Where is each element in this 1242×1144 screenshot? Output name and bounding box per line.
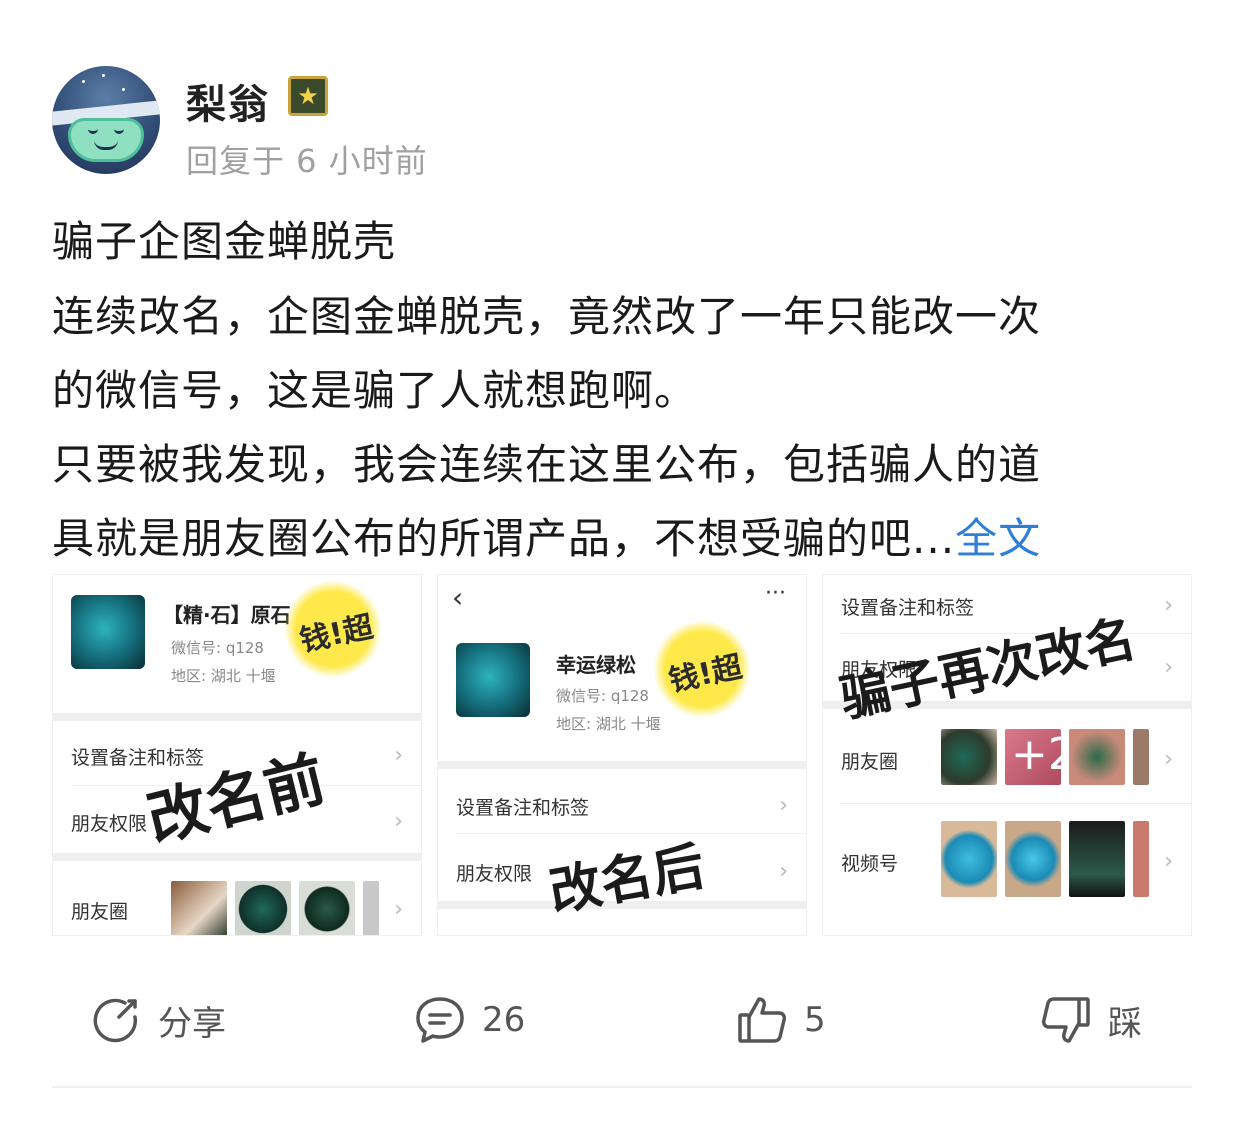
post-body[interactable]: 连续改名，企图金蝉脱壳，竟然改了一年只能改一次 的微信号，这是骗了人就想跑啊。 …: [52, 280, 1192, 576]
chevron-right-icon: ›: [779, 793, 788, 818]
star-badge-icon[interactable]: ★: [288, 76, 328, 116]
channel-photo: [1133, 821, 1149, 897]
like-count: 5: [804, 1000, 826, 1040]
gallery-image-2[interactable]: ‹ ··· 幸运绿松 微信号: q128 地区: 湖北 十堰 钱!超 设置备注和…: [437, 574, 807, 936]
section-separator: [53, 853, 421, 861]
row-label: 朋友圈: [841, 751, 899, 773]
moments-photo: [1069, 729, 1125, 785]
post-line: 具就是朋友圈公布的所谓产品，不想受骗的吧...全文: [52, 502, 1192, 576]
thumbs-up-icon: [734, 992, 790, 1048]
sticker: 钱!超: [654, 621, 750, 717]
chevron-right-icon: ›: [394, 743, 403, 768]
sticker: 钱!超: [285, 581, 381, 677]
contact-name: 【精·石】原石: [163, 603, 291, 627]
row-label: 朋友权限: [71, 813, 148, 835]
post-line: 连续改名，企图金蝉脱壳，竟然改了一年只能改一次: [52, 292, 1042, 341]
row-label: 设置备注和标签: [841, 597, 975, 619]
moments-photo: [941, 729, 997, 785]
sticker-text: 钱!超: [296, 609, 377, 660]
post-title: 骗子企图金蝉脱壳: [52, 217, 397, 266]
region: 地区: 湖北 十堰: [171, 667, 276, 685]
more-menu-icon: ···: [765, 581, 786, 606]
chevron-right-icon: ›: [1164, 655, 1173, 680]
moments-photo: [171, 881, 227, 935]
reply-time: 回复于 6 小时前: [186, 142, 428, 180]
row-label: 朋友圈: [71, 901, 129, 923]
share-label: 分享: [158, 1003, 226, 1044]
share-button[interactable]: 分享: [88, 980, 226, 1060]
dislike-label: 踩: [1108, 1003, 1142, 1044]
row-label: 设置备注和标签: [456, 797, 590, 819]
chevron-right-icon: ›: [1164, 849, 1173, 874]
comment-button[interactable]: 26: [412, 980, 525, 1060]
moments-photo: [363, 881, 379, 935]
moments-photo: [299, 881, 355, 935]
gallery-image-1[interactable]: 【精·石】原石 微信号: q128 地区: 湖北 十堰 钱!超 设置备注和标签 …: [52, 574, 422, 936]
channel-photo: [1005, 821, 1061, 897]
moments-photo: [1133, 729, 1149, 785]
section-separator: [438, 761, 806, 769]
channel-photo: [1069, 821, 1125, 897]
username[interactable]: 梨翁: [186, 72, 270, 130]
bottom-divider: [52, 1086, 1192, 1088]
chevron-right-icon: ›: [779, 859, 788, 884]
wechat-id: 微信号: q128: [171, 639, 264, 657]
back-icon: ‹: [452, 581, 464, 614]
chevron-right-icon: ›: [394, 809, 403, 834]
region: 地区: 湖北 十堰: [556, 715, 661, 733]
action-bar: 分享 26 5 踩: [52, 980, 1192, 1060]
channel-photo: [941, 821, 997, 897]
avatar-star: [102, 74, 105, 77]
chevron-right-icon: ›: [1164, 593, 1173, 618]
share-icon: [88, 992, 144, 1048]
read-more-link[interactable]: 全文: [955, 514, 1041, 563]
sticker-text: 钱!超: [665, 649, 746, 700]
post-header: 梨翁 ★ 回复于 6 小时前: [52, 66, 652, 180]
contact-name: 幸运绿松: [556, 653, 636, 677]
gallery-image-3[interactable]: 设置备注和标签 › 朋友权限 › 朋友圈 › +2 视频号 › 骗子再次改名: [822, 574, 1192, 936]
handwritten-caption: 改名后: [544, 836, 709, 924]
dislike-button[interactable]: 踩: [1038, 980, 1142, 1060]
moments-photo: [235, 881, 291, 935]
profile-thumbnail: [456, 643, 530, 717]
profile-thumbnail: [71, 595, 145, 669]
chevron-right-icon: ›: [1164, 747, 1173, 772]
post-line: 的微信号，这是骗了人就想跑啊。: [52, 366, 698, 415]
comment-count: 26: [482, 1000, 526, 1040]
row-label: 朋友权限: [456, 863, 533, 885]
more-photos-count: +2: [1011, 729, 1076, 780]
post-line: 只要被我发现，我会连续在这里公布，包括骗人的道: [52, 440, 1042, 489]
thumbs-down-icon: [1038, 992, 1094, 1048]
avatar-star: [122, 88, 125, 91]
like-button[interactable]: 5: [734, 980, 826, 1060]
avatar[interactable]: [52, 66, 160, 174]
row-label: 视频号: [841, 853, 899, 875]
avatar-star: [82, 80, 85, 83]
wechat-id: 微信号: q128: [556, 687, 649, 705]
divider: [841, 803, 1191, 804]
post-line-text: 具就是朋友圈公布的所谓产品，不想受骗的吧...: [52, 514, 956, 563]
section-separator: [53, 713, 421, 721]
comment-icon: [412, 992, 468, 1048]
divider: [456, 833, 806, 834]
image-gallery: 【精·石】原石 微信号: q128 地区: 湖北 十堰 钱!超 设置备注和标签 …: [52, 574, 1192, 936]
chevron-right-icon: ›: [394, 897, 403, 922]
